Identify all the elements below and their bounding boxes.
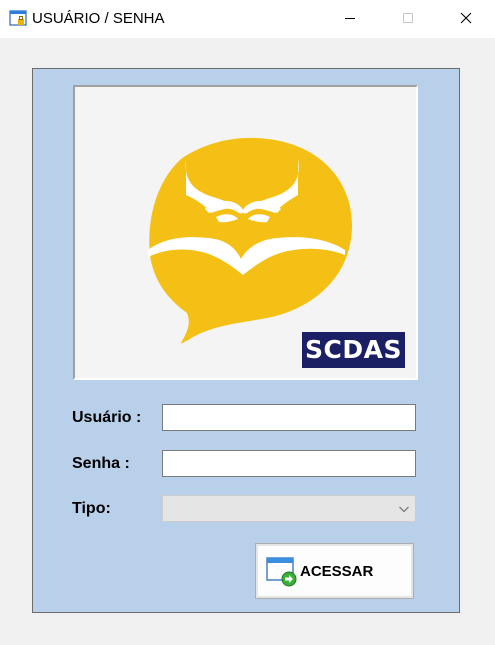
maximize-button <box>385 0 431 36</box>
password-input[interactable] <box>162 450 416 477</box>
window-title: USUÁRIO / SENHA <box>32 10 165 27</box>
logo-picture: SCDAS <box>73 85 418 380</box>
type-label: Tipo: <box>72 500 111 517</box>
chevron-down-icon <box>399 506 409 513</box>
scdas-logo-badge: SCDAS <box>302 332 405 368</box>
login-window-icon <box>266 557 297 587</box>
title-bar[interactable]: USUÁRIO / SENHA <box>0 0 495 38</box>
minimize-button[interactable] <box>327 0 373 36</box>
login-panel: SCDAS Usuário : Senha : Tipo: ACESSAR <box>32 68 460 613</box>
username-label: Usuário : <box>72 409 142 426</box>
minimize-icon <box>345 18 355 19</box>
close-icon <box>460 12 472 24</box>
close-button[interactable] <box>443 0 489 36</box>
login-window: USUÁRIO / SENHA SCDAS Usuário: Senha: … <box>0 0 495 645</box>
app-icon <box>9 10 27 26</box>
password-label: Senha : <box>72 455 130 472</box>
username-input[interactable] <box>162 404 416 431</box>
acessar-button[interactable]: ACESSAR <box>255 543 414 599</box>
acessar-button-label: ACESSAR <box>300 563 374 580</box>
type-select[interactable] <box>162 495 416 522</box>
maximize-icon <box>403 13 413 23</box>
